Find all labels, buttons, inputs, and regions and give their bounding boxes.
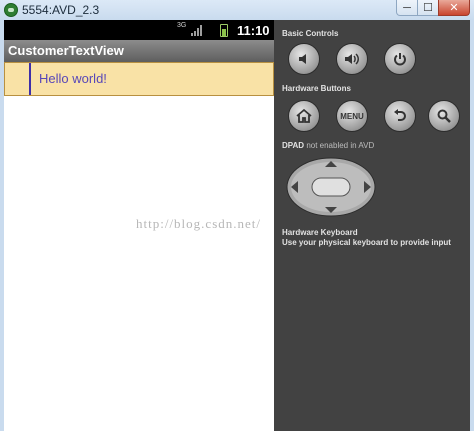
volume-down-button[interactable] — [288, 43, 320, 75]
dpad-status: not enabled in AVD — [306, 141, 375, 150]
volume-down-icon — [299, 54, 306, 64]
maximize-button[interactable]: ☐ — [417, 0, 439, 16]
app-title: CustomerTextView — [8, 43, 124, 58]
power-icon — [394, 53, 406, 66]
back-icon — [394, 109, 406, 121]
text-view-label: Hello world! — [39, 71, 107, 86]
home-button[interactable] — [288, 100, 320, 132]
menu-button[interactable]: MENU — [336, 100, 368, 132]
status-clock: 11:10 — [237, 23, 270, 38]
back-button[interactable] — [384, 100, 416, 132]
search-button[interactable] — [428, 100, 460, 132]
close-button[interactable]: ✕ — [438, 0, 470, 16]
signal-icon — [191, 25, 202, 36]
minimize-button[interactable]: ─ — [396, 0, 418, 16]
status-bar: 3G 11:10 — [4, 20, 274, 40]
dpad-heading: DPAD not enabled in AVD — [282, 141, 374, 150]
app-title-bar: CustomerTextView — [4, 40, 274, 62]
hardware-keyboard-heading: Hardware Keyboard — [282, 228, 358, 237]
hardware-buttons-heading: Hardware Buttons — [282, 84, 351, 93]
window-frame-right — [470, 20, 474, 431]
basic-controls-heading: Basic Controls — [282, 29, 339, 38]
volume-up-icon — [345, 53, 359, 65]
battery-icon — [220, 24, 228, 37]
search-icon — [437, 109, 451, 123]
emulator-control-panel: Basic Controls Hardware Buttons MENU DPA… — [274, 20, 470, 431]
menu-button-label: MENU — [340, 111, 364, 121]
hardware-keyboard-hint: Use your physical keyboard to provide in… — [282, 238, 451, 247]
volume-up-button[interactable] — [336, 43, 368, 75]
watermark-text: http://blog.csdn.net/ — [136, 216, 261, 231]
window-titlebar[interactable]: 5554:AVD_2.3 ─ ☐ ✕ — [0, 0, 474, 21]
dpad-center — [311, 177, 351, 197]
dpad-title: DPAD — [282, 141, 305, 150]
custom-text-view[interactable]: Hello world! — [4, 62, 274, 96]
network-type-label: 3G — [177, 22, 187, 29]
window-title: 5554:AVD_2.3 — [22, 3, 100, 17]
text-view-margin-line — [29, 63, 31, 95]
dpad-icon[interactable] — [286, 157, 376, 217]
power-button[interactable] — [384, 43, 416, 75]
home-icon — [296, 108, 312, 123]
emulator-app-icon — [4, 3, 18, 17]
